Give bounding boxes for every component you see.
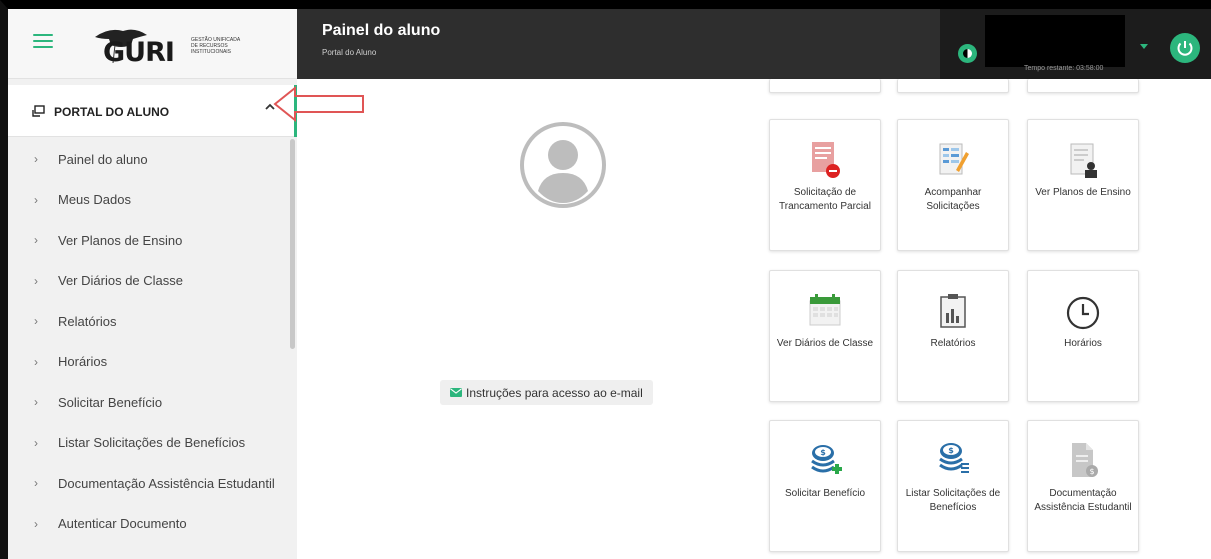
sidebar-item-label: Ver Planos de Ensino bbox=[58, 232, 183, 248]
user-area: Tempo restante: 03:58:00 bbox=[940, 9, 1211, 79]
guri-logo[interactable]: GURI GESTÃO UNIFICADA DE RECURSOS INSTIT… bbox=[91, 23, 251, 68]
email-instructions-link[interactable]: Instruções para acesso ao e-mail bbox=[440, 380, 653, 405]
app-window: GURI GESTÃO UNIFICADA DE RECURSOS INSTIT… bbox=[0, 0, 1211, 559]
page-title: Painel do aluno bbox=[322, 22, 441, 39]
tile-diarios-de-classe[interactable]: Ver Diários de Classe bbox=[769, 270, 881, 402]
document-remove-icon bbox=[812, 142, 840, 178]
chevron-right-icon: › bbox=[34, 152, 38, 167]
sidebar-item-label: Meus Dados bbox=[58, 192, 131, 208]
portal-icon bbox=[32, 105, 45, 117]
sidebar-item-meus-dados[interactable]: › Meus Dados bbox=[8, 180, 291, 221]
tile-partial[interactable] bbox=[1027, 79, 1139, 93]
sidebar: GURI GESTÃO UNIFICADA DE RECURSOS INSTIT… bbox=[8, 9, 297, 559]
power-icon bbox=[1177, 41, 1193, 56]
clock-icon bbox=[1066, 296, 1100, 330]
calendar-icon bbox=[809, 294, 841, 326]
sidebar-item-label: Relatórios bbox=[58, 313, 117, 329]
svg-text:$: $ bbox=[948, 446, 954, 455]
chevron-right-icon: › bbox=[34, 354, 38, 369]
power-logout-button[interactable] bbox=[1170, 33, 1200, 63]
sidebar-item-label: Ver Diários de Classe bbox=[58, 273, 183, 289]
sidebar-item-label: Solicitar Benefício bbox=[58, 394, 163, 410]
sidebar-item-solicitar-beneficio[interactable]: › Solicitar Benefício bbox=[8, 382, 291, 423]
tile-label: Documentação Assistência Estudantil bbox=[1034, 488, 1132, 513]
tile-label: Relatórios bbox=[930, 338, 976, 349]
sidebar-menu: › Painel do aluno › Meus Dados › Ver Planos… bbox=[8, 139, 291, 544]
user-name-redacted[interactable] bbox=[985, 15, 1125, 67]
tile-label: Listar Solicitações de Benefícios bbox=[905, 488, 1001, 513]
sidebar-item-label: Listar Solicitações de Benefícios bbox=[58, 435, 246, 451]
document-teacher-icon bbox=[1070, 143, 1097, 178]
sidebar-item-autenticar-documento[interactable]: › Autenticar Documento bbox=[8, 504, 291, 545]
sidebar-item-label: Horários bbox=[58, 354, 108, 370]
sidebar-item-label: Painel do aluno bbox=[58, 151, 148, 167]
tile-label: Solicitação de Trancamento Parcial bbox=[779, 187, 871, 212]
chevron-right-icon: › bbox=[34, 435, 38, 450]
tile-partial[interactable] bbox=[897, 79, 1009, 93]
chevron-right-icon: › bbox=[34, 395, 38, 410]
logo-subtitle: GESTÃO UNIFICADA DE RECURSOS INSTITUCION… bbox=[191, 37, 240, 55]
svg-text:$: $ bbox=[1089, 467, 1094, 476]
sidebar-section-label: PORTAL DO ALUNO bbox=[54, 105, 170, 119]
coins-list-icon: $ bbox=[939, 443, 969, 473]
sidebar-item-planos-de-ensino[interactable]: › Ver Planos de Ensino bbox=[8, 220, 291, 261]
top-bar: Painel do aluno Portal do Aluno Tempo re… bbox=[297, 9, 1211, 79]
chevron-right-icon: › bbox=[34, 476, 38, 491]
email-instructions-label: Instruções para acesso ao e-mail bbox=[466, 385, 643, 400]
sidebar-item-painel-do-aluno[interactable]: › Painel do aluno bbox=[8, 139, 291, 180]
chevron-right-icon: › bbox=[34, 273, 38, 288]
tile-listar-solicitacoes-beneficios[interactable]: $ Listar Solicitações de Benefícios bbox=[897, 420, 1009, 552]
caret-down-icon[interactable] bbox=[1140, 44, 1148, 50]
tile-solicitar-beneficio[interactable]: $ Solicitar Benefício bbox=[769, 420, 881, 552]
contrast-toggle-icon[interactable] bbox=[958, 44, 977, 63]
chevron-right-icon: › bbox=[34, 233, 38, 248]
sidebar-item-label: Autenticar Documento bbox=[58, 516, 187, 532]
tile-label: Ver Diários de Classe bbox=[776, 338, 874, 349]
sidebar-section-portal[interactable]: PORTAL DO ALUNO bbox=[8, 85, 297, 137]
tile-label: Acompanhar Solicitações bbox=[924, 187, 982, 212]
document-money-icon: $ bbox=[1072, 443, 1098, 477]
sidebar-item-listar-solicitacoes[interactable]: › Listar Solicitações de Benefícios bbox=[8, 423, 291, 464]
tile-label: Horários bbox=[1064, 338, 1102, 349]
avatar bbox=[520, 122, 606, 208]
breadcrumb: Portal do Aluno bbox=[322, 48, 377, 57]
sidebar-item-label: Documentação Assistência Estudantil bbox=[58, 475, 275, 491]
sidebar-header: GURI GESTÃO UNIFICADA DE RECURSOS INSTIT… bbox=[8, 9, 297, 79]
tile-planos-de-ensino[interactable]: Ver Planos de Ensino bbox=[1027, 119, 1139, 251]
chevron-right-icon: › bbox=[34, 192, 38, 207]
envelope-icon bbox=[450, 388, 462, 397]
logo-text: GURI bbox=[103, 37, 175, 68]
tile-acompanhar-solicitacoes[interactable]: Acompanhar Solicitações bbox=[897, 119, 1009, 251]
tile-partial[interactable] bbox=[769, 79, 881, 93]
svg-text:$: $ bbox=[820, 448, 826, 457]
tile-label: Solicitar Benefício bbox=[784, 488, 866, 499]
coins-add-icon: $ bbox=[811, 445, 842, 474]
main-content: Instruções para acesso ao e-mail Solicit… bbox=[297, 79, 1211, 559]
hamburger-menu-icon[interactable] bbox=[33, 34, 53, 48]
sidebar-item-horarios[interactable]: › Horários bbox=[8, 342, 291, 383]
chevron-right-icon: › bbox=[34, 516, 38, 531]
annotation-arrow bbox=[273, 86, 364, 122]
sidebar-item-diarios-de-classe[interactable]: › Ver Diários de Classe bbox=[8, 261, 291, 302]
chevron-right-icon: › bbox=[34, 314, 38, 329]
session-timer: Tempo restante: 03:58:00 bbox=[1024, 65, 1104, 72]
tile-documentacao-assistencia[interactable]: $ Documentação Assistência Estudantil bbox=[1027, 420, 1139, 552]
sidebar-item-documentacao[interactable]: › Documentação Assistência Estudantil bbox=[8, 463, 291, 504]
sidebar-item-relatorios[interactable]: › Relatórios bbox=[8, 301, 291, 342]
tile-relatorios[interactable]: Relatórios bbox=[897, 270, 1009, 402]
document-edit-icon bbox=[939, 143, 969, 175]
report-chart-icon bbox=[940, 294, 966, 328]
tile-horarios[interactable]: Horários bbox=[1027, 270, 1139, 402]
sidebar-scrollbar[interactable] bbox=[290, 139, 295, 349]
tile-trancamento-parcial[interactable]: Solicitação de Trancamento Parcial bbox=[769, 119, 881, 251]
tile-label: Ver Planos de Ensino bbox=[1035, 187, 1131, 198]
